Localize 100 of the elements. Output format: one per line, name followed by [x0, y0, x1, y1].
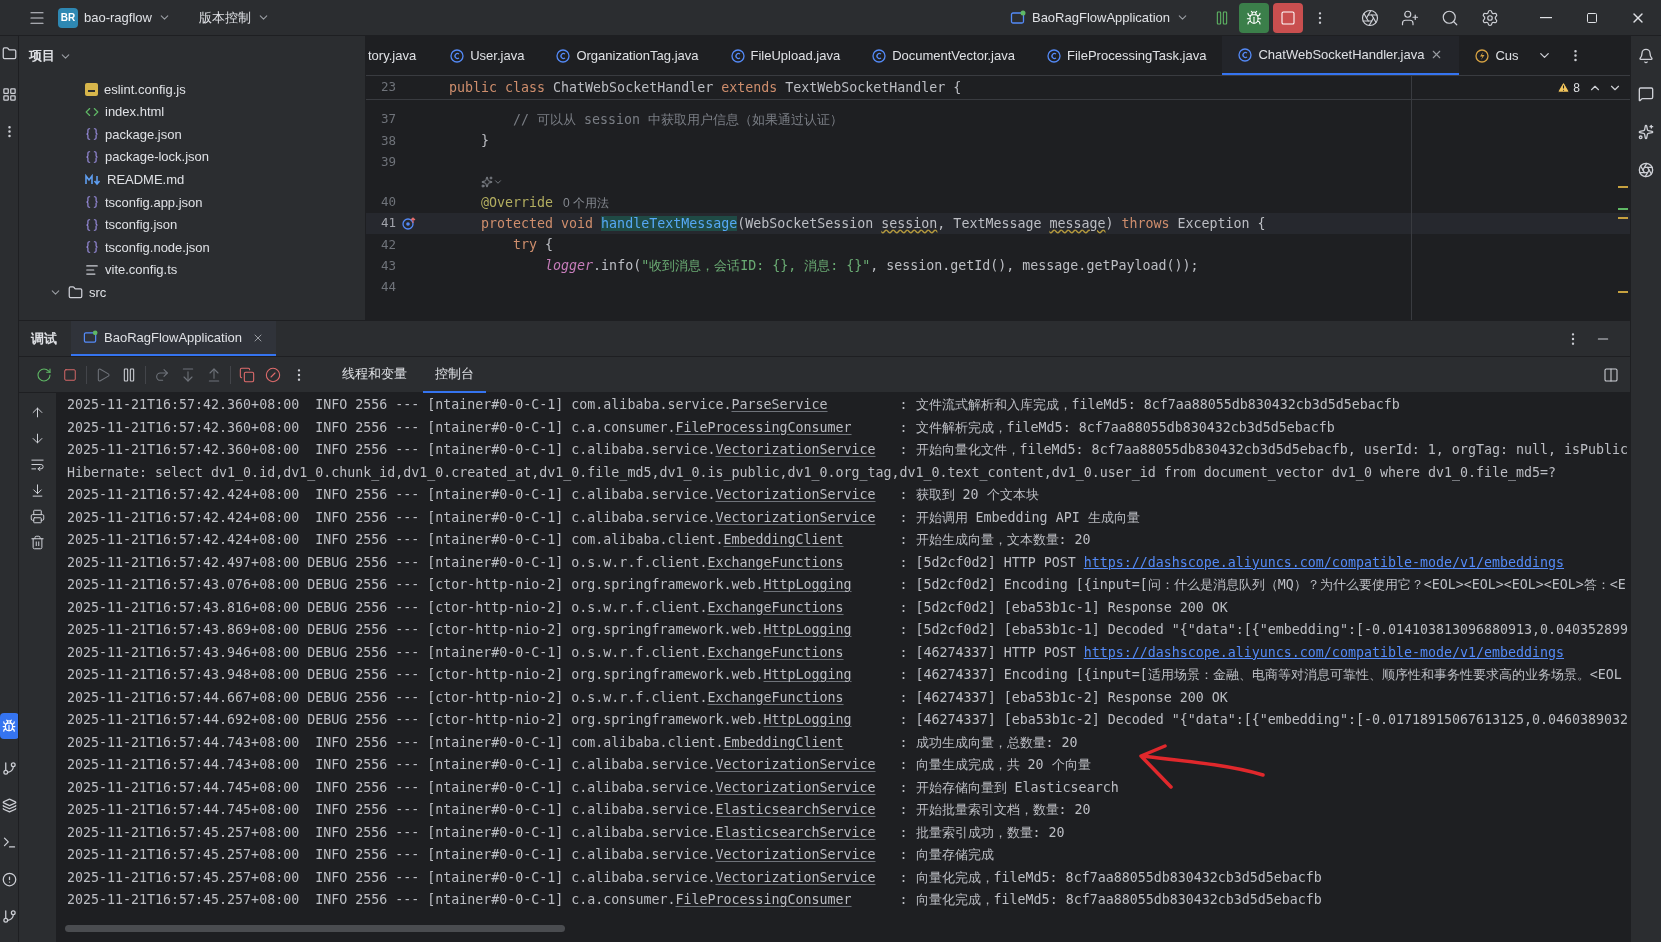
url-link[interactable]: https://dashscope.aliyuncs.com/compatible-mode/v1/embeddings	[1083, 644, 1565, 660]
json-file-icon	[85, 217, 99, 232]
terminal-icon[interactable]	[1, 835, 17, 850]
class-link[interactable]: ElasticsearchService	[715, 824, 876, 840]
tree-item[interactable]: package.json	[105, 124, 182, 145]
class-link[interactable]: HttpLogging	[763, 622, 852, 638]
json-file-icon	[85, 150, 99, 165]
class-link[interactable]: VectorizationService	[715, 442, 876, 458]
class-link[interactable]: FileProcessingConsumer	[675, 419, 852, 435]
class-icon	[556, 48, 571, 63]
tree-item[interactable]: tsconfig.node.json	[105, 237, 210, 258]
assistant-icon[interactable]	[1638, 124, 1654, 140]
json-file-icon	[85, 127, 99, 142]
class-icon	[730, 48, 745, 63]
debug-tool-icon[interactable]	[0, 713, 18, 739]
warning-count[interactable]: 8	[1557, 78, 1580, 97]
tree-item[interactable]: vite.config.ts	[105, 260, 178, 280]
tree-item[interactable]: eslint.config.js	[104, 79, 186, 100]
line-number: 44	[379, 278, 396, 297]
class-link[interactable]: ElasticsearchService	[715, 802, 876, 818]
tree-item[interactable]: src	[89, 282, 107, 303]
ai-assist-icon[interactable]	[481, 176, 503, 189]
class-link[interactable]: VectorizationService	[715, 779, 876, 795]
class-link[interactable]: VectorizationService	[715, 847, 876, 863]
class-link[interactable]: HttpLogging	[763, 577, 852, 593]
project-selector[interactable]: bao-ragflow	[84, 7, 171, 28]
editor-tab[interactable]: tory.java	[366, 36, 435, 75]
class-link[interactable]: HttpLogging	[763, 667, 852, 683]
notifications-icon[interactable]	[1638, 48, 1654, 64]
debug-view-tab[interactable]: 线程和变量	[330, 356, 419, 393]
class-link[interactable]: ExchangeFunctions	[707, 644, 844, 660]
class-link[interactable]: FileProcessingConsumer	[675, 892, 852, 908]
branch-icon[interactable]	[1, 909, 17, 924]
editor-tab[interactable]: User.java	[434, 36, 541, 75]
vcs-menu[interactable]: 版本控制	[198, 7, 270, 28]
json-file-icon	[85, 195, 99, 210]
class-link[interactable]: EmbeddingClient	[723, 734, 844, 750]
editor-tab[interactable]: FileUpload.java	[714, 36, 857, 75]
text-file-icon	[85, 263, 99, 278]
code-line: logger.info("收到消息，会话ID: {}, 消息: {}", session.getId(), message.getPayload());	[544, 257, 1199, 276]
class-link[interactable]: VectorizationService	[715, 509, 876, 525]
log-line: 2025-11-21T16:57:45.257+08:00 INFO 2556 --- [ntainer#0-0-C-1] c.a.consumer.FileProcessingConsumer : 向量化完成，fileMd5: 8cf7aa88055db830432cb3d5d5ebacfb	[67, 891, 1322, 910]
class-icon	[1047, 48, 1061, 63]
chat-icon[interactable]	[1638, 86, 1654, 102]
log-line: 2025-11-21T16:57:43.076+08:00 DEBUG 2556 --- [ctor-http-nio-2] org.springframework.web.HttpLogging : [5d2cf0d2] Encoding [{input=[问：什么是消息队列（MQ）？为什么要使用它？<EOL><EOL><EOL><EOL>答：<E	[67, 576, 1626, 595]
panel-title: 调试	[29, 329, 58, 348]
class-link[interactable]: VectorizationService	[715, 757, 876, 773]
debug-button[interactable]	[1239, 2, 1269, 33]
class-link[interactable]: HttpLogging	[763, 712, 852, 728]
class-link[interactable]: VectorizationService	[715, 487, 876, 503]
structure-icon[interactable]	[1, 87, 17, 102]
log-line: 2025-11-21T16:57:44.692+08:00 DEBUG 2556 --- [ctor-http-nio-2] org.springframework.web.HttpLogging : [46274337] [eba53b1c-2] Decoded "{"data":[{"embedding":[-0.01718915067613125,0.0460389032	[67, 711, 1629, 730]
class-link[interactable]: ExchangeFunctions	[707, 599, 844, 615]
log-line: 2025-11-21T16:57:45.257+08:00 INFO 2556 --- [ntainer#0-0-C-1] c.alibaba.service.VectorizationService : 向量存储完成	[67, 846, 994, 865]
editor-tab[interactable]: FileProcessingTask.java	[1031, 36, 1223, 75]
class-icon	[872, 48, 887, 63]
editor-tab[interactable]: Cus	[1459, 36, 1535, 75]
code-line: public class ChatWebSocketHandler extends TextWebSocketHandler {	[449, 78, 962, 97]
bug-icon	[1246, 9, 1262, 26]
line-number: 38	[379, 131, 396, 150]
run-tab[interactable]: BaoRagFlowApplication	[71, 321, 277, 356]
problems-icon[interactable]	[1, 872, 17, 887]
log-line: 2025-11-21T16:57:45.257+08:00 INFO 2556 --- [ntainer#0-0-C-1] c.alibaba.service.VectorizationService : 向量化完成，fileMd5: 8cf7aa88055db830432cb3d5d5ebacfb	[67, 868, 1322, 887]
log-line: 2025-11-21T16:57:42.360+08:00 INFO 2556 --- [ntainer#0-0-C-1] c.alibaba.service.VectorizationService : 开始向量化文件，fileMd5: 8cf7aa88055db830432cb3d5d5ebacfb, userId: 1, orgTag: null, isPublic	[67, 441, 1628, 460]
run-config-selector[interactable]: BaoRagFlowApplication	[1009, 7, 1189, 28]
tree-item[interactable]: package-lock.json	[105, 147, 210, 167]
override-icon[interactable]	[402, 217, 416, 231]
tree-item[interactable]: tsconfig.app.json	[105, 192, 203, 212]
line-number: 37	[379, 110, 396, 129]
line-number: 43	[379, 257, 396, 276]
line-number: 23	[379, 78, 396, 97]
services-icon[interactable]	[1, 798, 17, 813]
editor-tab[interactable]: DocumentVector.java	[856, 36, 1031, 75]
code-line: // 可以从 session 中获取用户信息（如果通过认证）	[512, 110, 844, 129]
class-link[interactable]: EmbeddingClient	[723, 532, 844, 548]
tree-item[interactable]: README.md	[107, 169, 185, 190]
log-line: Hibernate: select dv1_0.id,dv1_0.chunk_id,dv1_0.created_at,dv1_0.file_md5,dv1_0.is_public,dv1_0.org_tag,dv1_0.text_content,dv1_0.user_id from document_vector dv1_0 where dv1_0.file_md5=?	[67, 463, 1556, 483]
log-line: 2025-11-21T16:57:45.257+08:00 INFO 2556 --- [ntainer#0-0-C-1] c.alibaba.service.ElasticsearchService : 批量索引成功，数量: 20	[67, 823, 1065, 842]
tree-item[interactable]: index.html	[105, 102, 165, 122]
json-file-icon	[85, 240, 99, 255]
project-icon[interactable]	[1, 46, 17, 61]
warning-icon	[1557, 81, 1571, 94]
code-line: try {	[512, 236, 554, 255]
code-line: protected void handleTextMessage(WebSocketSession session, TextMessage message) throws Exception {	[480, 214, 1266, 233]
tree-item[interactable]: tsconfig.json	[105, 215, 178, 235]
git-icon[interactable]	[1, 761, 17, 776]
editor-tab[interactable]: ChatWebSocketHandler.java	[1222, 36, 1460, 75]
log-line: 2025-11-21T16:57:42.360+08:00 INFO 2556 --- [ntainer#0-0-C-1] com.alibaba.service.ParseService : 文件流式解析和入库完成，fileMd5: 8cf7aa88055db830432cb3d5d5ebacfb	[67, 396, 1400, 415]
url-link[interactable]: https://dashscope.aliyuncs.com/compatible-mode/v1/embeddings	[1083, 554, 1565, 570]
log-line: 2025-11-21T16:57:43.816+08:00 DEBUG 2556 --- [ctor-http-nio-2] o.s.w.r.f.client.ExchangeFunctions : [5d2cf0d2] [eba53b1c-1] Response 200 OK	[67, 598, 1228, 617]
horizontal-scrollbar[interactable]	[65, 925, 565, 932]
class-link[interactable]: ExchangeFunctions	[707, 554, 844, 570]
log-line: 2025-11-21T16:57:42.424+08:00 INFO 2556 --- [ntainer#0-0-C-1] c.alibaba.service.VectorizationService : 获取到 20 个文本块	[67, 486, 1039, 505]
class-link[interactable]: ParseService	[731, 397, 828, 413]
stop-icon	[1280, 9, 1296, 26]
project-view-selector[interactable]: 项目	[29, 46, 72, 66]
stop-button[interactable]	[1273, 2, 1303, 33]
class-link[interactable]: ExchangeFunctions	[707, 689, 844, 705]
class-link[interactable]: VectorizationService	[715, 869, 876, 885]
editor-tab[interactable]: OrganizationTag.java	[540, 36, 715, 75]
